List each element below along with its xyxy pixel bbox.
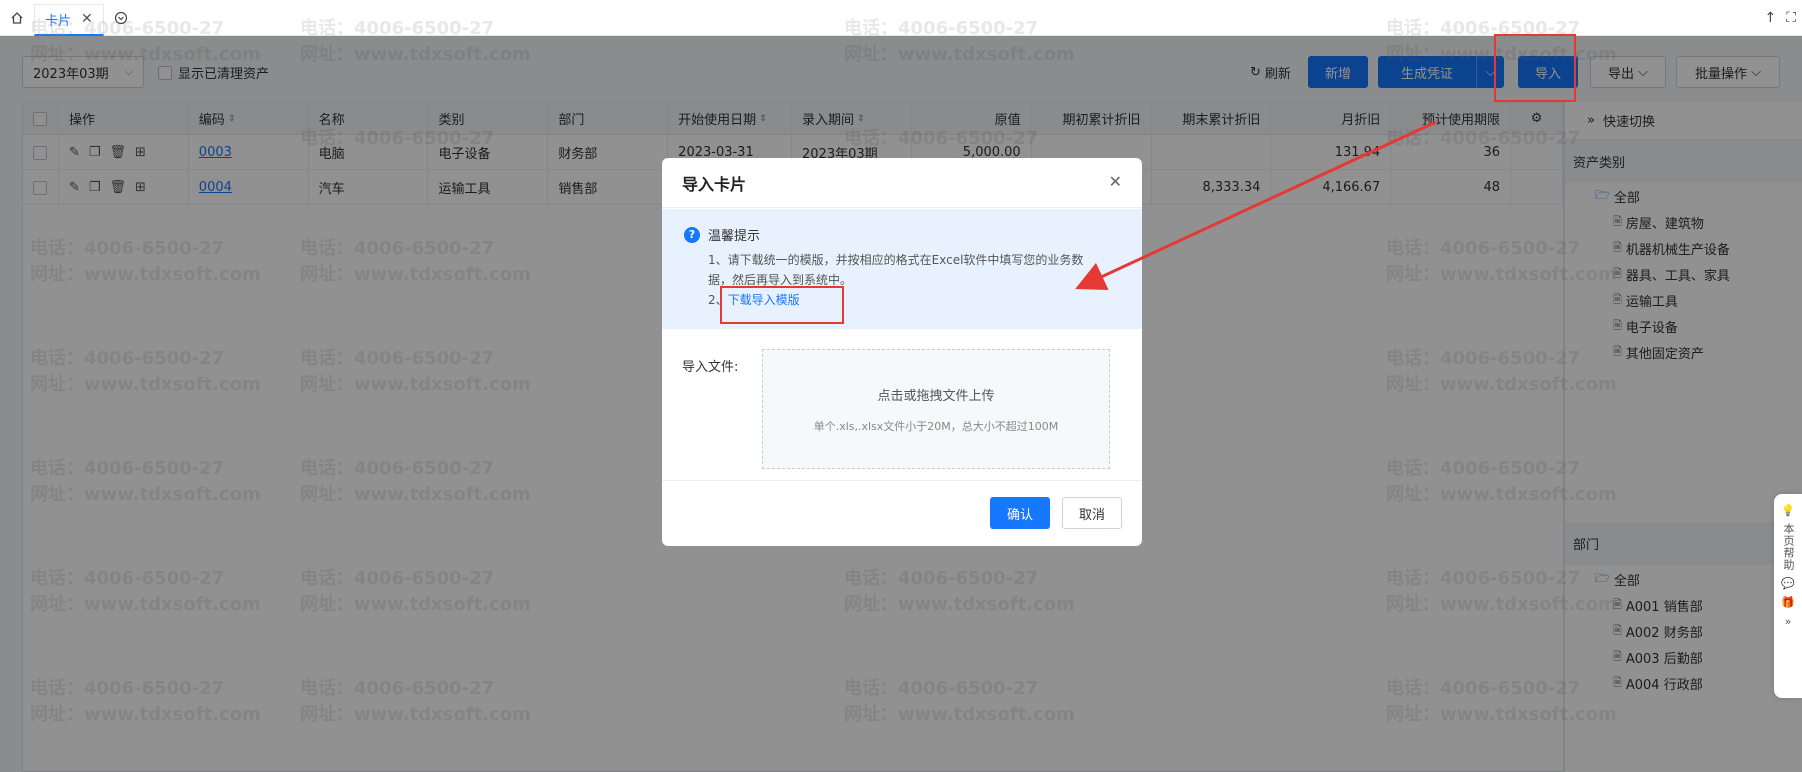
annotation-arrow (1075, 120, 1437, 291)
